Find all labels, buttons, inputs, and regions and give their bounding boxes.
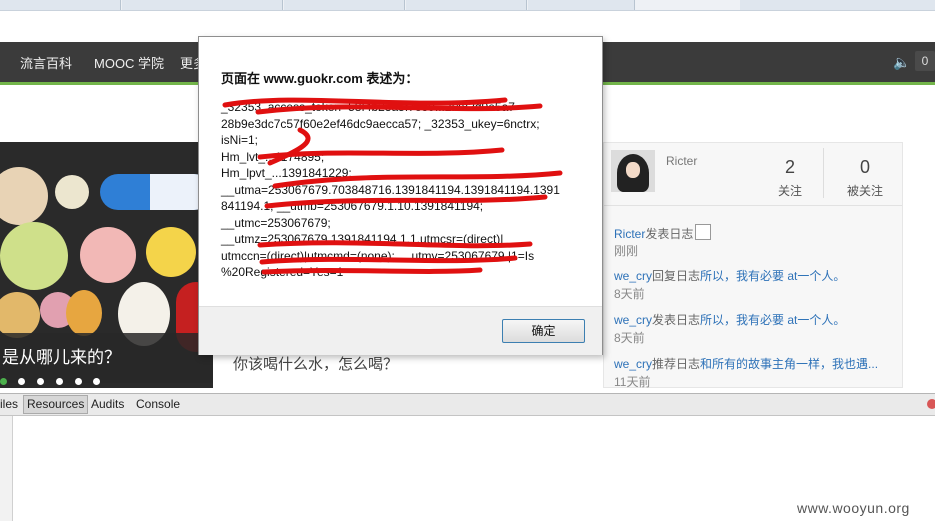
- feed-post-link[interactable]: 所以，我有必要 at一个人。: [700, 313, 845, 327]
- following-label[interactable]: 关注: [760, 182, 820, 199]
- nav-item-mooc[interactable]: MOOC 学院: [94, 53, 164, 72]
- devtools-sidebar: [0, 416, 13, 521]
- browser-tab[interactable]: [406, 0, 527, 10]
- devtools-tab-bar: iles Resources Audits Console: [0, 394, 935, 416]
- pill-graphic: [0, 167, 48, 225]
- pill-graphic: [146, 227, 196, 277]
- carousel-dot[interactable]: [18, 378, 25, 385]
- feed-time: 8天前: [614, 331, 645, 345]
- browser-tab[interactable]: [284, 0, 405, 10]
- feed-time: 刚刚: [614, 244, 639, 258]
- feed-action: 推荐日志: [652, 357, 701, 371]
- devtools-tab-profiles[interactable]: iles: [0, 397, 18, 411]
- article-title-link[interactable]: 你该喝什么水，怎么喝？: [233, 353, 398, 374]
- devtools-tab-resources[interactable]: Resources: [23, 395, 89, 414]
- followers-label[interactable]: 被关注: [835, 182, 895, 199]
- feed-item: Ricter发表日志: [614, 224, 712, 242]
- carousel-dot[interactable]: [75, 378, 82, 385]
- dialog-title: 页面在 www.guokr.com 表述为：: [221, 71, 419, 86]
- carousel-dot-active[interactable]: [0, 378, 7, 385]
- browser-tab[interactable]: [528, 0, 635, 10]
- profile-username[interactable]: Ricter: [666, 154, 697, 168]
- feed-time: 11天前: [614, 375, 651, 389]
- browser-tab-strip: [0, 0, 935, 11]
- devtools-tab-console[interactable]: Console: [136, 397, 180, 411]
- dialog-footer: 确定: [199, 306, 602, 355]
- feed-user-link[interactable]: we_cry: [614, 357, 652, 371]
- pill-graphic: [0, 292, 40, 338]
- broken-image-icon: [695, 224, 712, 240]
- pill-graphic: [55, 175, 89, 209]
- pill-graphic: [80, 227, 136, 283]
- feed-user-link[interactable]: Ricter: [614, 227, 645, 241]
- dialog-message: _32353_access_token=58f4b23a5f7e89...2f4…: [221, 100, 560, 279]
- nav-item-rumor-wiki[interactable]: 流言百科: [20, 53, 72, 72]
- feed-user-link[interactable]: we_cry: [614, 269, 652, 283]
- notification-count[interactable]: 0: [915, 51, 935, 71]
- carousel-dot[interactable]: [93, 378, 100, 385]
- devtools-panel: iles Resources Audits Console: [0, 393, 935, 521]
- pill-graphic: [66, 290, 102, 336]
- panel-divider: [604, 205, 902, 206]
- feed-item: we_cry发表日志所以，我有必要 at一个人。: [614, 311, 845, 328]
- speaker-icon[interactable]: 🔈: [893, 54, 910, 70]
- feed-post-link[interactable]: 和所有的故事主角一样，我也遇...: [700, 357, 878, 371]
- carousel-dot[interactable]: [56, 378, 63, 385]
- feed-action: 回复日志: [652, 269, 701, 283]
- ok-button[interactable]: 确定: [502, 319, 585, 343]
- following-count[interactable]: 2: [770, 157, 810, 178]
- pill-graphic: [0, 222, 68, 290]
- banner-caption[interactable]: 是从哪儿来的？: [0, 333, 213, 383]
- feed-action: 发表日志: [652, 313, 701, 327]
- watermark: www.wooyun.org: [797, 500, 910, 516]
- devtools-tab-audits[interactable]: Audits: [91, 397, 124, 411]
- browser-tab[interactable]: [122, 0, 283, 10]
- feed-post-link[interactable]: 所以，我有必要 at一个人。: [700, 269, 845, 283]
- close-icon[interactable]: [927, 399, 935, 409]
- browser-tab[interactable]: [740, 0, 935, 10]
- feed-action: 发表日志: [645, 227, 694, 241]
- feed-item: we_cry回复日志所以，我有必要 at一个人。: [614, 267, 845, 284]
- followers-count[interactable]: 0: [845, 157, 885, 178]
- alert-dialog: 页面在 www.guokr.com 表述为： _32353_access_tok…: [198, 36, 603, 355]
- carousel-dot[interactable]: [37, 378, 44, 385]
- avatar[interactable]: [611, 150, 655, 192]
- stats-divider: [823, 148, 824, 198]
- browser-tab[interactable]: [0, 0, 121, 10]
- feed-user-link[interactable]: we_cry: [614, 313, 652, 327]
- feed-item: we_cry推荐日志和所有的故事主角一样，我也遇...: [614, 355, 878, 372]
- feed-time: 8天前: [614, 287, 645, 301]
